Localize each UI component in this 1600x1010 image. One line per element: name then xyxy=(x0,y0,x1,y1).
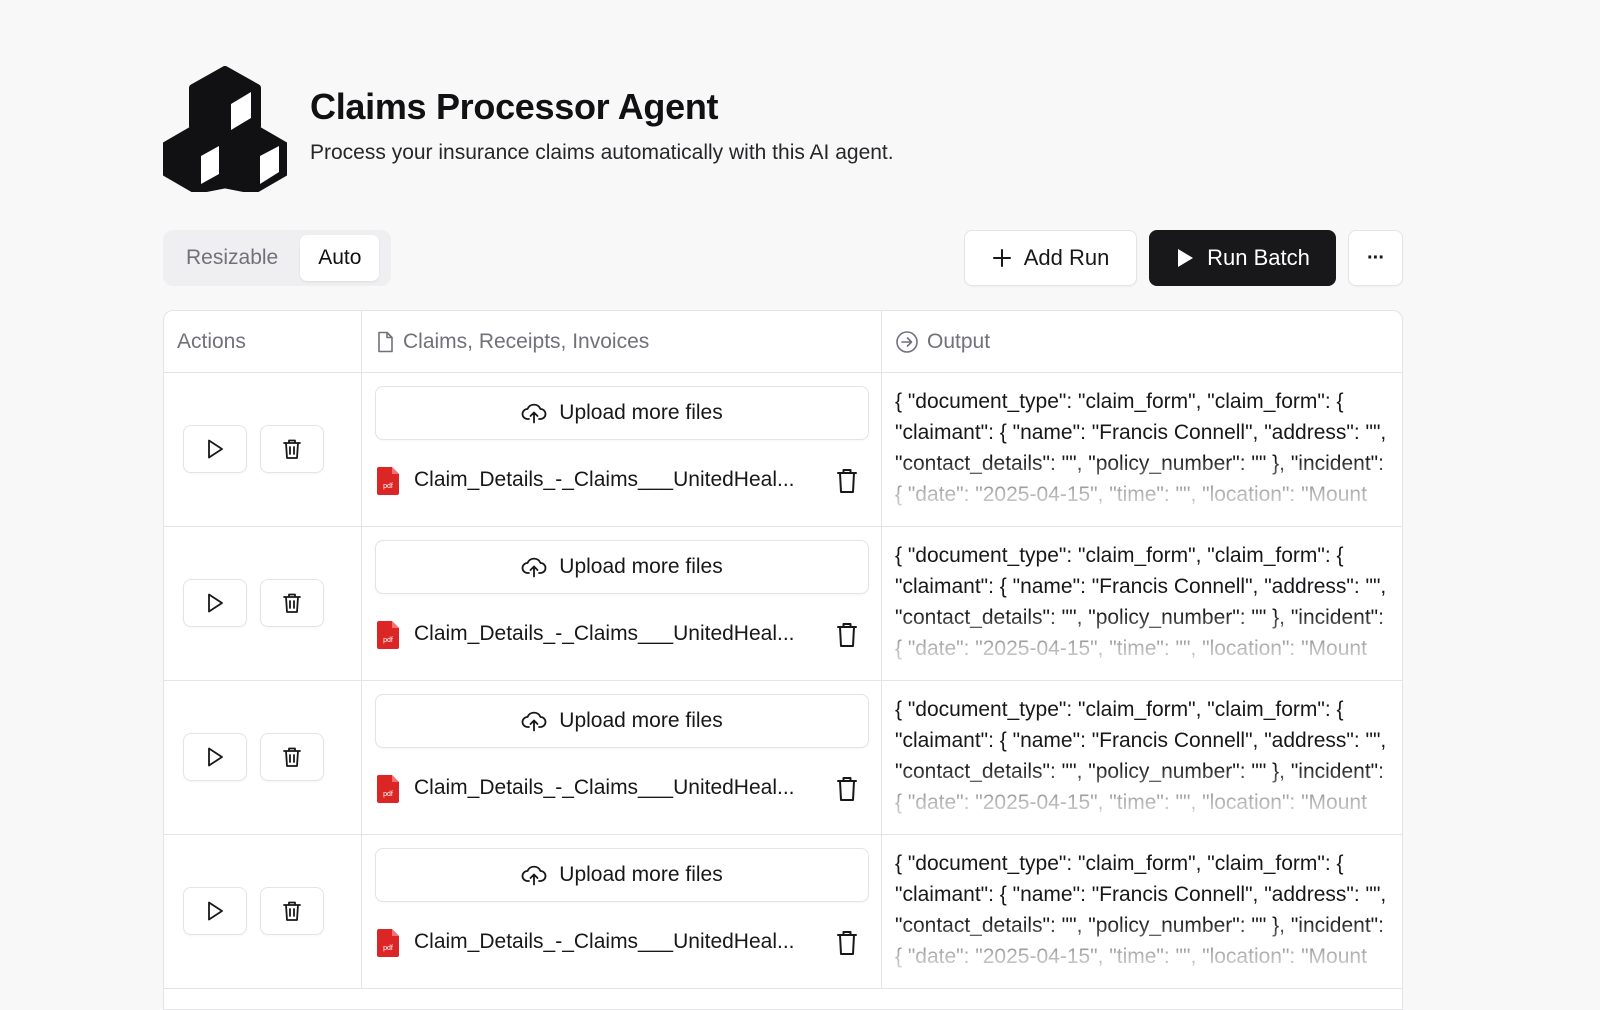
svg-text:pdf: pdf xyxy=(383,945,393,952)
run-row-button[interactable] xyxy=(183,887,247,935)
column-header-files: Claims, Receipts, Invoices xyxy=(361,311,881,373)
play-icon xyxy=(1178,249,1194,267)
files-cell: Upload more files pdf Claim_Details_-_Cl… xyxy=(361,527,881,681)
pdf-file-icon: pdf xyxy=(377,467,399,495)
cloud-upload-icon xyxy=(521,711,547,732)
file-name[interactable]: Claim_Details_-_Claims___UnitedHeal... xyxy=(414,622,795,646)
view-mode-toggle: Resizable Auto xyxy=(163,230,391,286)
more-icon: ··· xyxy=(1367,246,1385,269)
page-title: Claims Processor Agent xyxy=(310,86,719,127)
svg-text:pdf: pdf xyxy=(383,637,393,644)
run-row-button[interactable] xyxy=(183,579,247,627)
view-mode-resizable[interactable]: Resizable xyxy=(168,235,296,281)
run-batch-button[interactable]: Run Batch xyxy=(1149,230,1336,286)
page-subtitle: Process your insurance claims automatica… xyxy=(310,141,894,164)
file-item: pdf Claim_Details_-_Claims___UnitedHeal.… xyxy=(377,927,867,959)
more-options-button[interactable]: ··· xyxy=(1348,230,1403,286)
table-row: Upload more files pdf Claim_Details_-_Cl… xyxy=(164,835,1402,989)
runs-table: Actions Claims, Receipts, Invoices Outpu… xyxy=(163,310,1403,1010)
pdf-file-icon: pdf xyxy=(377,775,399,803)
play-outline-icon xyxy=(208,593,223,613)
upload-files-button[interactable]: Upload more files xyxy=(375,386,869,440)
remove-file-icon[interactable] xyxy=(835,467,859,495)
cubes-logo-icon xyxy=(163,66,287,192)
actions-cell xyxy=(164,681,361,835)
output-json: { "document_type": "claim_form", "claim_… xyxy=(895,698,1387,814)
remove-file-icon[interactable] xyxy=(835,621,859,649)
column-header-output: Output xyxy=(881,311,1402,373)
output-cell: { "document_type": "claim_form", "claim_… xyxy=(881,835,1402,989)
trash-icon xyxy=(283,901,301,921)
file-name[interactable]: Claim_Details_-_Claims___UnitedHeal... xyxy=(414,468,795,492)
trash-icon xyxy=(283,747,301,767)
run-batch-label: Run Batch xyxy=(1207,245,1310,270)
file-icon xyxy=(378,331,393,353)
run-row-button[interactable] xyxy=(183,425,247,473)
output-cell: { "document_type": "claim_form", "claim_… xyxy=(881,373,1402,527)
remove-file-icon[interactable] xyxy=(835,775,859,803)
add-run-label: Add Run xyxy=(1023,245,1110,270)
upload-files-button[interactable]: Upload more files xyxy=(375,540,869,594)
trash-icon xyxy=(283,593,301,613)
run-row-button[interactable] xyxy=(183,733,247,781)
play-outline-icon xyxy=(208,901,223,921)
cloud-upload-icon xyxy=(521,865,547,886)
files-cell: Upload more files pdf Claim_Details_-_Cl… xyxy=(361,681,881,835)
files-cell: Upload more files pdf Claim_Details_-_Cl… xyxy=(361,835,881,989)
agent-header: Claims Processor Agent Process your insu… xyxy=(163,66,1163,194)
output-cell: { "document_type": "claim_form", "claim_… xyxy=(881,681,1402,835)
file-item: pdf Claim_Details_-_Claims___UnitedHeal.… xyxy=(377,619,867,651)
page: Claims Processor Agent Process your insu… xyxy=(163,0,1403,1010)
trash-icon xyxy=(283,439,301,459)
output-json: { "document_type": "claim_form", "claim_… xyxy=(895,852,1387,968)
file-name[interactable]: Claim_Details_-_Claims___UnitedHeal... xyxy=(414,776,795,800)
svg-text:pdf: pdf xyxy=(383,483,393,490)
pdf-file-icon: pdf xyxy=(377,621,399,649)
play-outline-icon xyxy=(208,439,223,459)
view-mode-auto[interactable]: Auto xyxy=(300,235,380,281)
output-json: { "document_type": "claim_form", "claim_… xyxy=(895,544,1387,660)
table-header: Actions Claims, Receipts, Invoices Outpu… xyxy=(164,311,1402,373)
add-run-button[interactable]: Add Run xyxy=(964,230,1137,286)
delete-row-button[interactable] xyxy=(260,887,324,935)
plus-icon xyxy=(992,249,1011,267)
actions-cell xyxy=(164,373,361,527)
arrow-right-circle-icon xyxy=(896,331,918,353)
cloud-upload-icon xyxy=(521,557,547,578)
delete-row-button[interactable] xyxy=(260,579,324,627)
file-item: pdf Claim_Details_-_Claims___UnitedHeal.… xyxy=(377,773,867,805)
output-cell: { "document_type": "claim_form", "claim_… xyxy=(881,527,1402,681)
file-item: pdf Claim_Details_-_Claims___UnitedHeal.… xyxy=(377,465,867,497)
actions-cell xyxy=(164,527,361,681)
column-header-actions: Actions xyxy=(177,330,246,353)
pdf-file-icon: pdf xyxy=(377,929,399,957)
remove-file-icon[interactable] xyxy=(835,929,859,957)
upload-files-button[interactable]: Upload more files xyxy=(375,694,869,748)
svg-text:pdf: pdf xyxy=(383,791,393,798)
delete-row-button[interactable] xyxy=(260,425,324,473)
files-cell: Upload more files pdf Claim_Details_-_Cl… xyxy=(361,373,881,527)
delete-row-button[interactable] xyxy=(260,733,324,781)
table-row: Upload more files pdf Claim_Details_-_Cl… xyxy=(164,373,1402,527)
table-row: Upload more files pdf Claim_Details_-_Cl… xyxy=(164,527,1402,681)
actions-cell xyxy=(164,835,361,989)
play-outline-icon xyxy=(208,747,223,767)
table-row: Upload more files pdf Claim_Details_-_Cl… xyxy=(164,681,1402,835)
file-name[interactable]: Claim_Details_-_Claims___UnitedHeal... xyxy=(414,930,795,954)
upload-files-button[interactable]: Upload more files xyxy=(375,848,869,902)
cloud-upload-icon xyxy=(521,403,547,424)
output-json: { "document_type": "claim_form", "claim_… xyxy=(895,390,1387,506)
